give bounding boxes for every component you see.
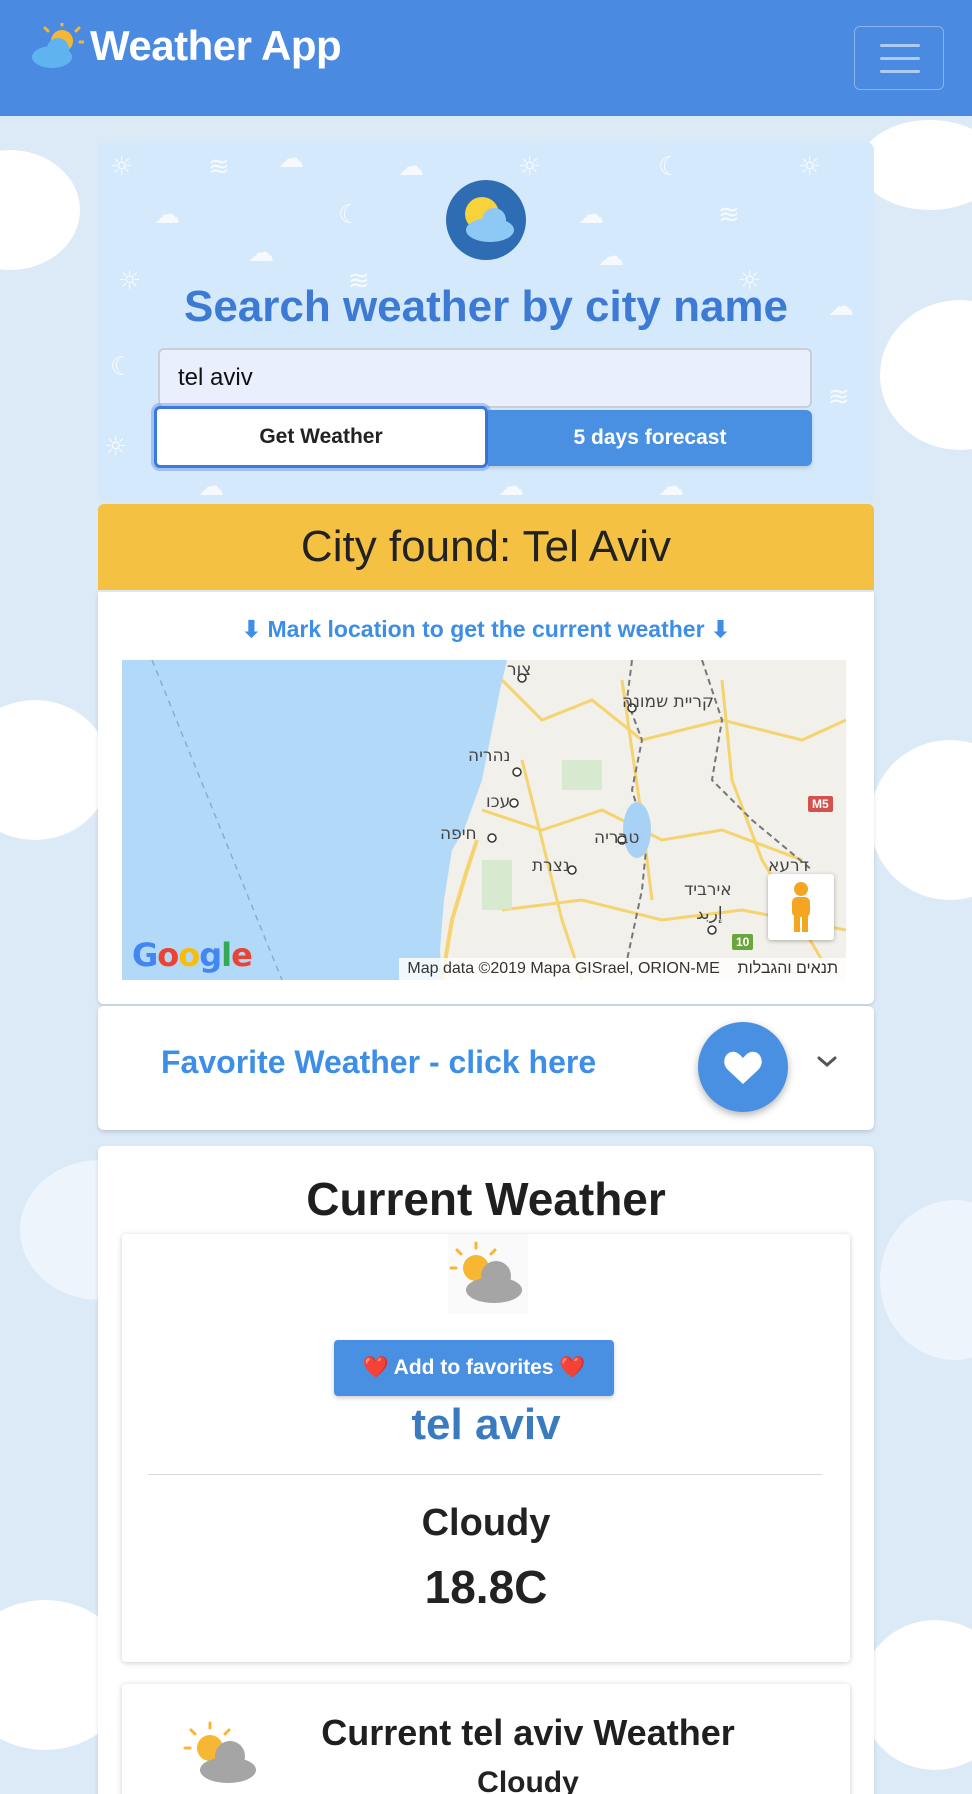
hamburger-icon [880,44,920,47]
map-label: קריית שמונה [622,692,714,712]
map-label: דרעא [768,856,809,876]
heart-icon [724,1051,762,1084]
navbar: Weather App [0,0,972,116]
chevron-down-icon[interactable] [816,1054,838,1070]
sun-cloud-icon [32,23,84,68]
search-card: ☼ ☁ ≋ ☁ ☾ ☁ ☼ ☁ ☾ ≋ ☼ ☼ ☁ ≋ ☁ ☼ ☁ ☾ ☼ ≋ ☁ ☁ ☁ Searc… [98,142,874,502]
google-logo: Google [132,936,253,974]
secondary-weather-condition: Cloudy [477,1766,579,1794]
partly-cloudy-icon [448,1234,528,1314]
map-label: נצרת [532,856,570,876]
map-label: נהריה [468,746,511,766]
city-search-input[interactable] [158,348,812,408]
map-data-text: Map data ©2019 Mapa GISrael, ORION-ME [407,960,720,977]
weather-details-card: ❤️ Add to favorites ❤️ tel aviv Cloudy 1… [122,1234,850,1662]
map-label: צור [507,660,532,680]
divider [148,1474,822,1475]
forecast-button[interactable]: 5 days forecast [488,410,812,466]
map-label: חיפה [440,824,477,844]
map-label: إربد [696,904,723,924]
favorites-label[interactable]: Favorite Weather - click here [161,1044,596,1081]
road-shield: M5 [808,796,833,812]
secondary-weather-title: Current tel aviv Weather [321,1712,735,1753]
weather-condition: Cloudy [421,1502,551,1544]
street-view-pegman-icon[interactable] [768,874,834,940]
temperature: 18.8C [424,1561,548,1613]
map-label: עכו [486,792,511,812]
hamburger-line [880,70,920,73]
hamburger-line [880,57,920,60]
map-attribution: Map data ©2019 Mapa GISrael, ORION-ME תנ… [399,958,846,980]
map-label: טבריה [594,828,640,848]
get-weather-button[interactable]: Get Weather [154,406,488,468]
main-container: ☼ ☁ ≋ ☁ ☾ ☁ ☼ ☁ ☾ ≋ ☼ ☼ ☁ ≋ ☁ ☼ ☁ ☾ ☼ ≋ ☁ ☁ ☁ Searc… [98,142,874,1794]
menu-toggle-button[interactable] [854,26,944,90]
add-to-favorites-button[interactable]: ❤️ Add to favorites ❤️ [334,1340,614,1396]
map-label: אירביד [684,880,732,900]
brand[interactable]: Weather App [30,22,342,70]
map-terms-link[interactable]: תנאים והגבלות [738,960,838,977]
road-shield: 10 [732,934,754,950]
favorites-panel[interactable]: Favorite Weather - click here [98,1006,874,1130]
search-title: Search weather by city name [183,282,789,331]
current-weather-title: Current Weather [306,1173,666,1225]
app-title: Weather App [90,22,342,69]
map-card: ⬇ Mark location to get the current weath… [98,592,874,1004]
location-map[interactable]: צור קריית שמונה נהריה עכו חיפה טבריה נצר… [122,660,846,980]
city-found-banner: City found: Tel Aviv [98,504,874,590]
weather-logo-icon [446,180,526,260]
favorites-heart-button[interactable] [698,1022,788,1112]
map-instruction: ⬇ Mark location to get the current weath… [241,616,731,642]
secondary-weather-card: Current tel aviv Weather Cloudy [122,1684,850,1794]
city-name: tel aviv [411,1400,561,1449]
partly-cloudy-icon [182,1714,262,1794]
